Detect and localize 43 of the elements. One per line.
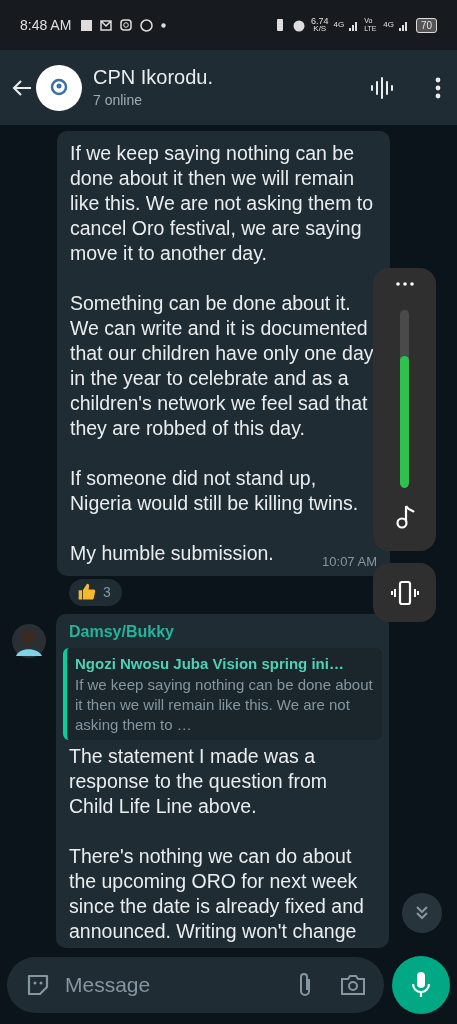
mail-icon [100, 19, 113, 31]
microphone-icon [411, 971, 431, 999]
message-text: My humble submission. [70, 541, 274, 566]
vibrate-icon [390, 579, 419, 606]
camera-icon[interactable] [340, 974, 366, 996]
double-chevron-icon [414, 905, 430, 921]
scroll-down-button[interactable] [402, 893, 442, 933]
online-count: 7 online [93, 91, 144, 110]
voice-chat-icon[interactable] [369, 74, 395, 101]
message-text: If we keep saying nothing can be done about it then we will remain like this. We are not asking them to cancel Oro festival, we are saying move it to another day. [70, 141, 375, 266]
camera-notification-icon [120, 19, 133, 31]
message-text: If someone did not stand up, Nigeria would still be killing twins. [70, 466, 360, 516]
network-speed: 6.74 [311, 17, 329, 25]
chat-title[interactable]: CPN Ikorodu. [93, 64, 214, 90]
network-type: 4G [383, 19, 394, 31]
quoted-message[interactable]: Ngozi Nwosu Juba Vision spring ini… If we keep saying nothing can be done about it then we will remain like this. We are not asking them to … [63, 647, 382, 740]
sticker-icon[interactable] [25, 972, 51, 998]
thumbs-up-icon [77, 582, 97, 602]
network-speed-unit: K/S [313, 25, 327, 33]
message-text: There's nothing we can do about the upcoming ORO for next week since the date is already fixed and announced. Writing won't change [69, 844, 365, 944]
message-field[interactable]: Message [7, 957, 384, 1013]
message-time: 10:07 AM [322, 553, 377, 571]
reaction-count: 3 [103, 582, 111, 602]
quote-author: Ngozi Nwosu Juba Vision spring ini… [75, 653, 345, 674]
message-text: The statement I made was a response to the question from Child Life Line above. [69, 744, 328, 819]
microphone-button[interactable] [392, 956, 450, 1014]
volume-slider[interactable] [400, 310, 409, 488]
reaction-chip[interactable]: 3 [67, 576, 124, 608]
network-type: 4G [333, 19, 345, 31]
battery-indicator: 70 [415, 17, 437, 33]
group-avatar[interactable] [36, 64, 82, 111]
more-icon[interactable] [395, 282, 414, 286]
clock: 8:48 AM [20, 15, 72, 35]
more-options-icon[interactable] [435, 76, 441, 99]
quote-text: If we keep saying nothing can be done about it then we will remain like this. We are not asking them to … [75, 675, 374, 735]
message-text: Something can be done about it. We can write and it is documented that our children have only one day in the year to celebrate and as a children's network we feel sad that they are robbed of this day. [70, 291, 375, 441]
signal-icon [398, 19, 409, 31]
avatar [12, 623, 46, 658]
dot-icon [161, 22, 167, 28]
sender-name: Damsy/Bukky [68, 621, 175, 642]
music-note-icon [393, 504, 416, 530]
message-input[interactable]: Message [65, 969, 282, 1001]
signal-icon [349, 19, 360, 31]
